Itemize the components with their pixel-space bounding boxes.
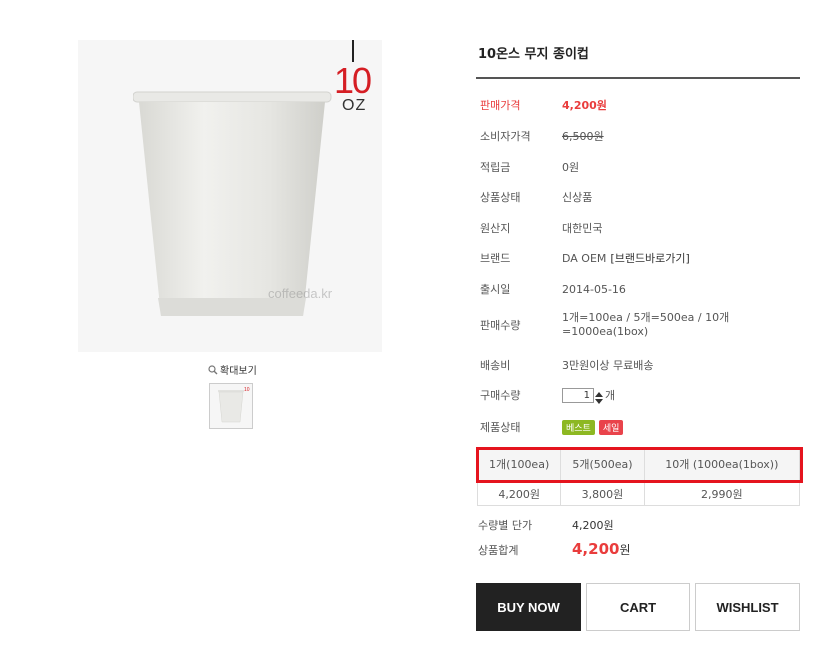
magnifier-icon <box>208 364 218 374</box>
wishlist-button[interactable]: WISHLIST <box>695 583 800 631</box>
sale-price-label: 판매가격 <box>480 99 521 112</box>
size-number: 10 <box>334 60 372 101</box>
brand-value: DA OEM <box>562 251 607 265</box>
buy-now-button[interactable]: BUY NOW <box>476 583 581 631</box>
quantity-up-icon[interactable] <box>595 388 603 397</box>
sale-price-value: 4,200원 <box>562 99 607 112</box>
row-shipping: 배송비 3만원이상 무료배송 <box>480 357 800 373</box>
sale-qty-label: 판매수량 <box>480 319 521 333</box>
svg-text:10: 10 <box>244 387 250 393</box>
points-value: 0원 <box>562 161 580 174</box>
shipping-label: 배송비 <box>480 359 511 372</box>
tier-price: 4,200원 <box>476 482 562 506</box>
tier-header[interactable]: 5개(500ea) <box>560 448 645 483</box>
brand-shortcut-link[interactable]: [브랜드바로가기] <box>610 250 689 266</box>
consumer-price-value: 6,500원 <box>562 130 604 143</box>
cart-button[interactable]: CART <box>586 583 690 631</box>
total-label: 상품합계 <box>478 544 519 557</box>
row-sale-quantity: 판매수량 1개=100ea / 5개=500ea / 10개 =1000ea(1… <box>480 311 800 340</box>
size-badge: 10 OZ <box>330 40 380 116</box>
quantity-price-table: 1개(100ea) 5개(500ea) 10개 (1000ea(1box)) 4… <box>476 448 801 506</box>
condition-value: 신상품 <box>562 191 593 204</box>
title-divider <box>476 77 800 79</box>
origin-label: 원산지 <box>480 222 511 235</box>
release-label: 출시일 <box>480 283 511 296</box>
sale-qty-value: 1개=100ea / 5개=500ea / 10개 =1000ea(1box) <box>562 311 730 339</box>
row-brand: 브랜드 DA OEM [브랜드바로가기] <box>480 250 800 266</box>
row-consumer-price: 소비자가격 6,500원 <box>480 128 800 144</box>
row-release-date: 출시일 2014-05-16 <box>480 281 800 297</box>
zoom-label: 확대보기 <box>220 366 257 377</box>
product-thumbnail[interactable]: 10 <box>209 383 253 429</box>
best-badge: 베스트 <box>562 419 595 435</box>
purchase-qty-label: 구매수량 <box>480 389 521 402</box>
tier-price: 2,990원 <box>643 482 801 506</box>
paper-cup-thumbnail-icon: 10 <box>218 387 250 423</box>
row-status: 제품상태 베스트 세일 <box>480 419 800 435</box>
row-condition: 상품상태 신상품 <box>480 189 800 205</box>
unit-price-label: 수량별 단가 <box>478 519 533 532</box>
release-value: 2014-05-16 <box>562 282 626 296</box>
consumer-price-label: 소비자가격 <box>480 130 531 143</box>
origin-value: 대한민국 <box>562 222 603 235</box>
condition-label: 상품상태 <box>480 191 521 204</box>
row-origin: 원산지 대한민국 <box>480 220 800 236</box>
row-unit-price: 수량별 단가 4,200원 <box>478 517 614 533</box>
quantity-input[interactable] <box>562 387 594 403</box>
quantity-unit: 개 <box>605 389 616 402</box>
unit-price-value: 4,200원 <box>572 519 614 532</box>
product-main-image[interactable]: 10 OZ coffeeda.kr <box>78 40 382 352</box>
watermark: coffeeda.kr <box>268 286 333 301</box>
tier-price: 3,800원 <box>560 482 645 506</box>
points-label: 적립금 <box>480 161 511 174</box>
row-sale-price: 판매가격 4,200원 <box>480 97 800 113</box>
sale-badge: 세일 <box>598 419 624 435</box>
total-unit: 원 <box>619 543 631 557</box>
shipping-value: 3만원이상 무료배송 <box>562 359 654 372</box>
row-total: 상품합계 4,200 원 <box>478 540 631 558</box>
status-label: 제품상태 <box>480 421 521 434</box>
quantity-down-icon[interactable] <box>595 395 603 404</box>
tier-header[interactable]: 1개(100ea) <box>476 448 562 483</box>
row-points: 적립금 0원 <box>480 159 800 175</box>
total-amount: 4,200 <box>572 540 620 558</box>
row-purchase-qty: 구매수량 개 <box>480 387 800 404</box>
brand-label: 브랜드 <box>480 252 511 265</box>
size-unit: OZ <box>342 97 367 114</box>
tier-header[interactable]: 10개 (1000ea(1box)) <box>643 448 801 483</box>
product-title: 10온스 무지 종이컵 <box>478 47 589 62</box>
zoom-link[interactable]: 확대보기 <box>208 362 257 377</box>
